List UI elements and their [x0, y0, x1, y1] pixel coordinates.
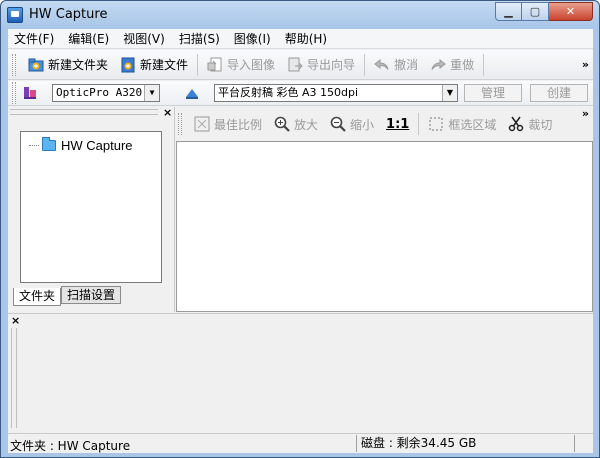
client-area: 文件(F) 编辑(E) 视图(V) 扫描(S) 图像(I) 帮助(H) 新建文件… — [8, 29, 593, 453]
undo-label: 撤消 — [394, 58, 419, 72]
status-divider — [574, 435, 575, 452]
zoom-out-button[interactable]: 缩小 — [324, 112, 380, 136]
zoom-out-icon — [330, 116, 346, 132]
folder-tree[interactable]: HW Capture — [20, 131, 162, 283]
menu-view[interactable]: 视图(V) — [123, 30, 165, 47]
app-icon — [7, 7, 23, 23]
select-area-label: 框选区域 — [448, 117, 497, 132]
fit-icon — [194, 116, 210, 132]
redo-label: 重做 — [450, 58, 475, 72]
import-image-button[interactable]: 导入图像 — [201, 53, 281, 77]
new-file-button[interactable]: 新建文件 — [114, 53, 194, 77]
toolbar-separator — [197, 53, 199, 76]
close-icon[interactable]: × — [163, 106, 172, 119]
toolbar-overflow-icon[interactable]: » — [582, 58, 589, 71]
scanner-device-select[interactable]: OpticPro A320 ▼ — [52, 84, 160, 102]
best-fit-button[interactable]: 最佳比例 — [188, 112, 268, 136]
redo-icon — [431, 58, 446, 70]
toolbar-separator — [418, 113, 420, 135]
tab-folders[interactable]: 文件夹 — [13, 288, 62, 306]
redo-button[interactable]: 重做 — [424, 53, 480, 77]
zoom-in-icon — [274, 116, 290, 132]
zoom-in-button[interactable]: 放大 — [268, 112, 324, 136]
image-pane: 最佳比例 放大 缩小 1:1 框选区域 裁切 » — [176, 107, 593, 312]
menu-image[interactable]: 图像(I) — [234, 30, 271, 47]
chevron-down-icon: ▼ — [442, 85, 457, 101]
menu-file[interactable]: 文件(F) — [14, 30, 54, 47]
actual-size-label: 1:1 — [386, 116, 410, 132]
toolbar-grip[interactable] — [12, 53, 16, 76]
export-wizard-button[interactable]: 导出向导 — [281, 53, 361, 77]
thumbnail-pane: × — [8, 313, 593, 431]
best-fit-label: 最佳比例 — [214, 117, 263, 132]
select-area-button[interactable]: 框选区域 — [422, 112, 502, 136]
new-folder-icon — [28, 58, 44, 71]
status-bar: 文件夹 : HW Capture 磁盘 : 剩余34.45 GB — [8, 433, 593, 453]
marquee-icon — [429, 117, 443, 131]
crop-button[interactable]: 裁切 — [502, 112, 558, 136]
close-icon[interactable]: × — [11, 314, 20, 327]
import-image-label: 导入图像 — [227, 58, 276, 72]
menu-help[interactable]: 帮助(H) — [285, 30, 327, 47]
toolbar-overflow-icon[interactable]: » — [582, 107, 589, 120]
menu-bar: 文件(F) 编辑(E) 视图(V) 扫描(S) 图像(I) 帮助(H) — [8, 29, 593, 49]
crop-label: 裁切 — [528, 117, 553, 132]
maximize-icon: ▢ — [529, 5, 541, 18]
app-window: HW Capture ▁ ▢ ✕ 文件(F) 编辑(E) 视图(V) 扫描(S)… — [0, 0, 600, 458]
scissors-icon — [509, 116, 524, 132]
undo-icon — [374, 58, 389, 70]
folder-icon — [42, 137, 56, 151]
toolbar-grip[interactable] — [12, 82, 16, 104]
toolbar-grip[interactable] — [178, 113, 182, 135]
folder-pane: × HW Capture 文件夹 扫描设置 — [8, 106, 175, 312]
left-pane-tabs: 文件夹 扫描设置 — [13, 286, 122, 306]
image-canvas[interactable] — [176, 141, 593, 312]
status-disk: 磁盘 : 剩余34.45 GB — [356, 435, 571, 452]
toolbar-separator — [364, 53, 366, 76]
minimize-button[interactable]: ▁ — [495, 2, 522, 21]
new-folder-button[interactable]: 新建文件夹 — [22, 53, 114, 77]
toolbar-separator — [483, 53, 485, 76]
zoom-out-label: 缩小 — [350, 117, 375, 132]
chevron-down-icon: ▼ — [144, 85, 159, 101]
status-folder: 文件夹 : HW Capture — [10, 439, 131, 453]
scanner-toolbar: OpticPro A320 ▼ 平台反射稿 彩色 A3 150dpi ▼ 管理 … — [8, 81, 593, 106]
scan-profile-select[interactable]: 平台反射稿 彩色 A3 150dpi ▼ — [214, 84, 458, 102]
tree-item-label: HW Capture — [61, 138, 133, 153]
title-bar: HW Capture ▁ ▢ ✕ — [1, 1, 599, 29]
actual-size-button[interactable]: 1:1 — [380, 112, 415, 136]
close-button[interactable]: ✕ — [549, 2, 593, 21]
create-button[interactable]: 创建 — [530, 84, 588, 102]
undo-button[interactable]: 撤消 — [368, 53, 424, 77]
close-icon: ✕ — [565, 5, 576, 18]
tree-item-root[interactable]: HW Capture — [29, 137, 133, 153]
scan-profile-icon — [186, 89, 198, 99]
new-file-icon — [121, 57, 135, 72]
zoom-in-label: 放大 — [294, 117, 319, 132]
view-toolbar: 最佳比例 放大 缩小 1:1 框选区域 裁切 » — [176, 107, 593, 141]
tab-scan-settings[interactable]: 扫描设置 — [61, 286, 122, 304]
menu-scan[interactable]: 扫描(S) — [179, 30, 220, 47]
menu-edit[interactable]: 编辑(E) — [68, 30, 109, 47]
main-toolbar: 新建文件夹 新建文件 导入图像 导出向导 撤消 重做 » — [8, 50, 593, 80]
new-folder-label: 新建文件夹 — [48, 58, 109, 72]
scanner-device-icon — [24, 87, 36, 99]
export-wizard-icon — [288, 57, 303, 71]
new-file-label: 新建文件 — [140, 58, 189, 72]
manage-button[interactable]: 管理 — [464, 84, 522, 102]
scanner-device-value: OpticPro A320 — [56, 86, 143, 99]
window-title: HW Capture — [29, 7, 108, 22]
export-wizard-label: 导出向导 — [307, 58, 356, 72]
minimize-icon: ▁ — [504, 5, 513, 18]
import-image-icon — [207, 57, 222, 71]
pane-grip[interactable] — [11, 328, 17, 428]
pane-grip[interactable] — [10, 109, 158, 115]
maximize-button[interactable]: ▢ — [522, 2, 549, 21]
scan-profile-value: 平台反射稿 彩色 A3 150dpi — [218, 86, 359, 99]
tree-connector — [29, 145, 39, 146]
